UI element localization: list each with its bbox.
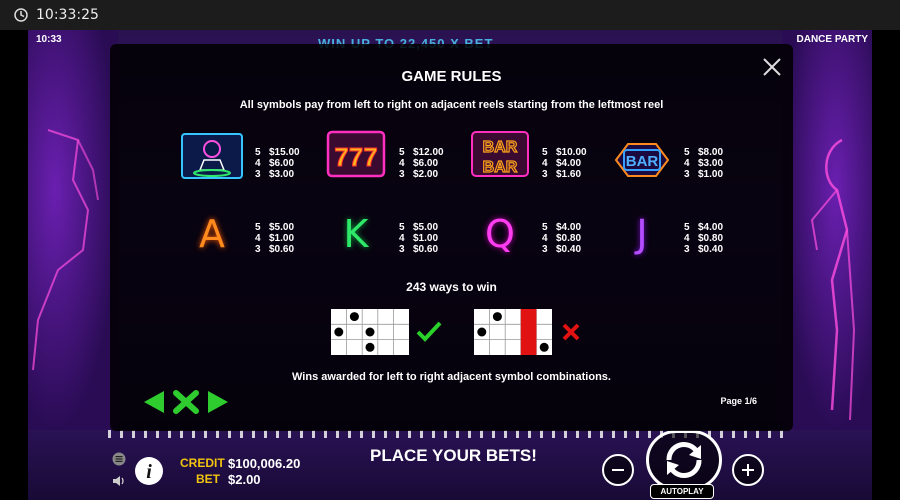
bet-value: $2.00 bbox=[228, 472, 261, 487]
paytable-dj: 5 $15.00 4 $6.00 3 $3.00 bbox=[255, 147, 300, 180]
dj-symbol-icon bbox=[181, 133, 243, 179]
credit-value: $100,006.20 bbox=[228, 456, 301, 471]
autoplay-button[interactable]: AUTOPLAY bbox=[650, 484, 714, 499]
page-indicator: Page 1/6 bbox=[720, 396, 757, 406]
previous-page-arrow-icon[interactable] bbox=[142, 389, 166, 415]
checkmark-icon bbox=[416, 321, 442, 342]
decrease-bet-button[interactable] bbox=[602, 454, 634, 486]
paytable-a: 5 $5.00 4 $1.00 3 $0.60 bbox=[255, 222, 295, 255]
svg-text:777: 777 bbox=[334, 142, 377, 172]
bar-symbol-icon: BAR bbox=[614, 143, 670, 177]
svg-text:BAR: BAR bbox=[483, 139, 518, 156]
info-button[interactable]: i bbox=[134, 456, 164, 486]
paytable-k: 5 $5.00 4 $1.00 3 $0.60 bbox=[399, 222, 439, 255]
bottom-control-bar: i CREDIT $100,006.20 BET $2.00 PLACE YOU… bbox=[28, 430, 872, 500]
svg-text:BAR: BAR bbox=[626, 153, 659, 170]
spin-arrows-icon bbox=[666, 441, 702, 479]
svg-text:BAR: BAR bbox=[483, 159, 518, 176]
double-bar-symbol-icon: BAR BAR bbox=[471, 131, 529, 177]
clock-icon bbox=[14, 8, 28, 22]
letter-q-symbol-icon: Q bbox=[485, 212, 515, 256]
minus-icon bbox=[612, 469, 624, 471]
neon-dancer-right-icon bbox=[810, 138, 856, 421]
paytable-q: 5 $4.00 4 $0.80 3 $0.40 bbox=[542, 222, 582, 255]
plus-icon bbox=[742, 464, 754, 476]
neon-dancer-left-icon bbox=[32, 129, 99, 371]
wins-description: Wins awarded for left to right adjacent … bbox=[292, 371, 611, 383]
credit-display: CREDIT $100,006.20 bbox=[180, 456, 300, 471]
game-rules-panel: GAME RULES All symbols pay from left to … bbox=[110, 44, 793, 431]
next-page-arrow-icon[interactable] bbox=[206, 389, 230, 415]
sound-icon[interactable] bbox=[112, 474, 128, 488]
bet-display: BET $2.00 bbox=[180, 472, 261, 487]
place-bets-message: PLACE YOUR BETS! bbox=[370, 446, 537, 465]
page-navigation bbox=[142, 389, 230, 415]
os-clock-time: 10:33:25 bbox=[36, 7, 99, 23]
valid-win-grid bbox=[331, 309, 409, 355]
invalid-win-grid bbox=[474, 309, 552, 355]
paytable-j: 5 $4.00 4 $0.80 3 $0.40 bbox=[684, 222, 724, 255]
close-rules-x-icon[interactable] bbox=[172, 389, 200, 415]
bet-label: BET bbox=[196, 472, 220, 486]
game-title: DANCE PARTY bbox=[796, 34, 868, 45]
triple-seven-symbol-icon: 777 bbox=[326, 130, 386, 178]
rules-title: GAME RULES bbox=[401, 68, 502, 85]
rules-subtitle: All symbols pay from left to right on ad… bbox=[239, 99, 664, 111]
credit-label: CREDIT bbox=[180, 456, 225, 470]
spin-button[interactable] bbox=[646, 430, 722, 490]
os-status-bar: 10:33:25 bbox=[0, 0, 900, 30]
letter-j-symbol-icon: J bbox=[636, 212, 648, 256]
letter-a-symbol-icon: A bbox=[199, 212, 225, 256]
paytable-777: 5 $12.00 4 $6.00 3 $2.00 bbox=[399, 147, 444, 180]
cross-icon bbox=[562, 323, 580, 341]
game-clock: 10:33 bbox=[36, 34, 62, 45]
ways-to-win-title: 243 ways to win bbox=[406, 280, 497, 294]
svg-text:i: i bbox=[146, 461, 152, 483]
letter-k-symbol-icon: K bbox=[343, 212, 369, 256]
increase-bet-button[interactable] bbox=[732, 454, 764, 486]
paytable-bar: 5 $8.00 4 $3.00 3 $1.00 bbox=[684, 147, 724, 180]
menu-icon[interactable] bbox=[112, 452, 126, 466]
paytable-double-bar: 5 $10.00 4 $4.00 3 $1.60 bbox=[542, 147, 587, 180]
